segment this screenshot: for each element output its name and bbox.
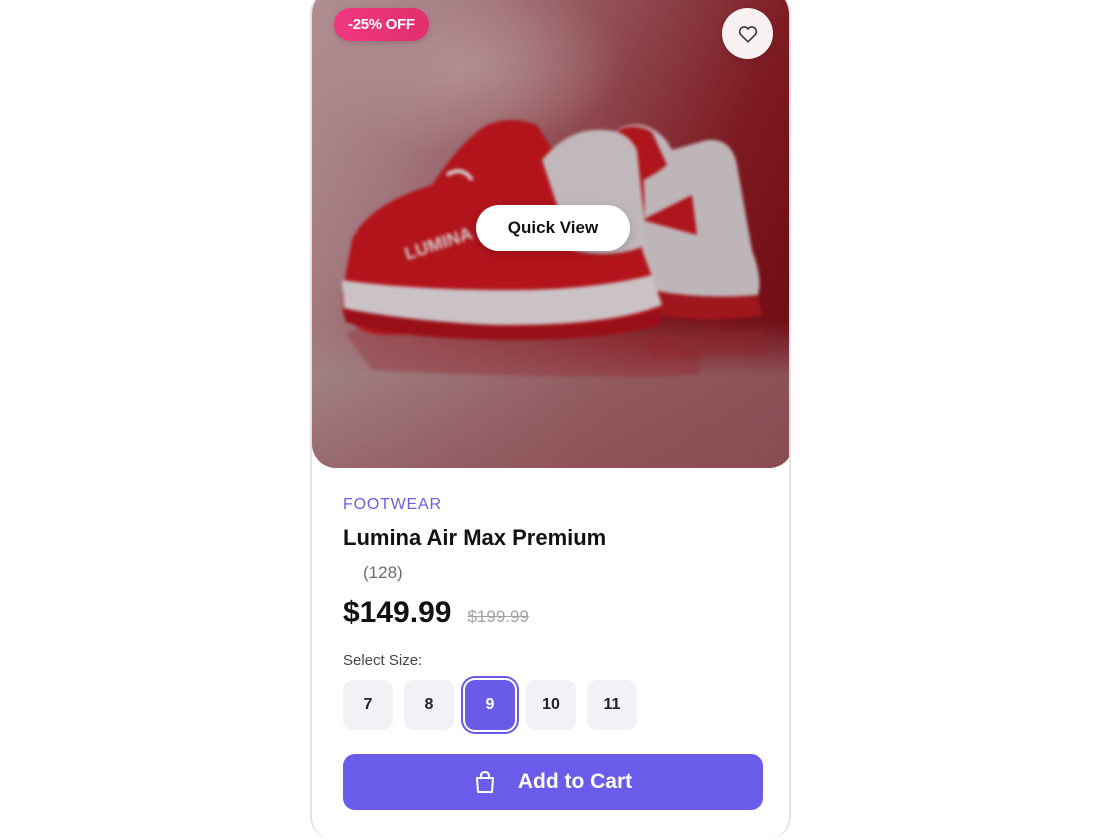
wishlist-button[interactable]	[722, 8, 773, 59]
product-card: LUMINA -25% OFF Quick View FOOTWEAR Lumi…	[310, 0, 791, 840]
product-image[interactable]: LUMINA -25% OFF Quick View	[312, 0, 789, 468]
product-title[interactable]: Lumina Air Max Premium	[343, 525, 763, 555]
review-count[interactable]: (128)	[363, 563, 403, 583]
size-option-7[interactable]: 7	[343, 680, 393, 730]
quick-view-button[interactable]: Quick View	[476, 205, 630, 251]
shopping-bag-icon	[475, 770, 494, 793]
price-row: $149.99 $199.99	[343, 596, 763, 636]
add-to-cart-button[interactable]: Add to Cart	[343, 754, 763, 810]
size-option-10[interactable]: 10	[526, 680, 576, 730]
product-rating: (128)	[343, 560, 763, 586]
product-category[interactable]: FOOTWEAR	[343, 496, 763, 518]
size-option-8[interactable]: 8	[404, 680, 454, 730]
original-price: $199.99	[467, 607, 529, 626]
discount-badge: -25% OFF	[334, 8, 429, 41]
add-to-cart-label: Add to Cart	[517, 770, 633, 793]
heart-icon	[738, 25, 757, 43]
product-info: FOOTWEAR Lumina Air Max Premium (128) $1…	[343, 496, 763, 730]
size-selector: 7 8 9 10 11	[343, 680, 763, 730]
size-option-11[interactable]: 11	[587, 680, 637, 730]
size-option-9[interactable]: 9	[465, 680, 515, 730]
size-label: Select Size:	[343, 652, 423, 669]
current-price: $149.99	[343, 596, 452, 629]
